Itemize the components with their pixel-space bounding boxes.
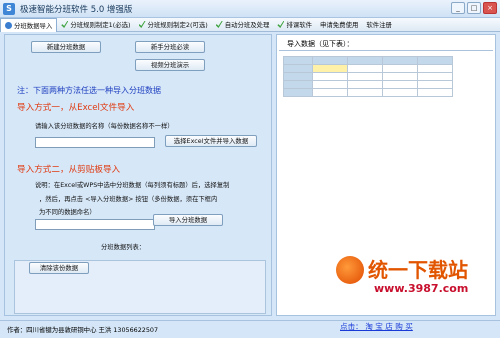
grid-cell xyxy=(382,80,418,89)
green-check-icon xyxy=(215,21,223,28)
app-icon: S xyxy=(3,3,15,15)
grid-cell xyxy=(417,56,453,65)
tab-import-label: 分班数据导入 xyxy=(14,21,53,30)
grid-cell xyxy=(347,80,383,89)
tab-rule1[interactable]: 分班规则制定1(必选) xyxy=(57,18,134,31)
grid-cell xyxy=(312,80,348,89)
grid-cell xyxy=(312,56,348,65)
preview-divider xyxy=(279,50,493,51)
watermark-title: 统一下载站 xyxy=(368,258,468,282)
grid-cell xyxy=(312,72,348,81)
method2-title: 导入方式二，从剪贴板导入 xyxy=(17,165,121,175)
grid-cell xyxy=(283,56,313,65)
maximize-button[interactable]: □ xyxy=(467,2,481,14)
import-note: 注：下面两种方法任选一种导入分班数据 xyxy=(17,86,161,95)
table-row xyxy=(283,56,453,65)
minimize-button[interactable]: _ xyxy=(451,2,465,14)
beginner-guide-button[interactable]: 新手分班必读 xyxy=(135,41,205,53)
tab-import[interactable]: 分班数据导入 xyxy=(0,17,58,32)
data-grid[interactable] xyxy=(283,56,453,97)
data-list[interactable]: 清除该份数据 xyxy=(14,260,266,314)
grid-cell xyxy=(382,56,418,65)
clear-data-button[interactable]: 清除该份数据 xyxy=(29,262,89,274)
tab-register[interactable]: 软件注册 xyxy=(362,18,396,31)
video-demo-button[interactable]: 视频分班演示 xyxy=(135,59,205,71)
grid-cell xyxy=(382,88,418,97)
clipboard-name-input[interactable] xyxy=(35,219,155,230)
tab-auto[interactable]: 自动分班及处理 xyxy=(212,18,274,31)
select-excel-button[interactable]: 选择Excel文件并导入数据 xyxy=(165,135,257,147)
table-row xyxy=(283,80,453,89)
tab-rule1-label: 分班规则制定1(必选) xyxy=(70,21,131,29)
grid-cell xyxy=(382,64,418,73)
data-name-input[interactable] xyxy=(35,137,155,148)
tab-free-trial[interactable]: 申请免费使用 xyxy=(316,18,362,31)
green-check-icon xyxy=(61,21,69,28)
tab-register-label: 软件注册 xyxy=(366,21,392,29)
grid-cell xyxy=(382,72,418,81)
grid-cell xyxy=(283,80,313,89)
data-list-label: 分班数据列表： xyxy=(101,244,146,251)
table-row xyxy=(283,88,453,97)
tab-schedule-label: 排课软件 xyxy=(286,21,313,29)
table-row xyxy=(283,72,453,81)
window-title: 极速智能分班软件 5.0 增强版 xyxy=(20,5,133,15)
watermark: 统一下载站 www.3987.com xyxy=(336,252,486,316)
tab-free-trial-label: 申请免费使用 xyxy=(320,21,359,29)
grid-cell xyxy=(417,80,453,89)
taobao-buy-link[interactable]: 点击： 淘 宝 店 购 买 xyxy=(340,321,413,332)
title-bar: S 极速智能分班软件 5.0 增强版 _ □ × xyxy=(0,0,500,18)
preview-title: 导入数据（见下表）： xyxy=(287,40,354,48)
grid-cell xyxy=(347,64,383,73)
grid-cell xyxy=(417,64,453,73)
download-site-logo-icon xyxy=(336,256,364,284)
author-info: 作者：四川省犍为县敦研铜中心 王洪 13056622507 xyxy=(7,326,159,334)
tab-rule2[interactable]: 分班规则制定2(可选) xyxy=(135,18,212,31)
main-toolbar: 分班数据导入 分班规则制定1(必选) 分班规则制定2(可选) 自动分班及处理 排… xyxy=(0,17,500,32)
tab-auto-label: 自动分班及处理 xyxy=(224,21,270,29)
grid-cell xyxy=(417,88,453,97)
tab-rule2-label: 分班规则制定2(可选) xyxy=(147,21,208,29)
green-check-icon xyxy=(138,21,146,28)
close-button[interactable]: × xyxy=(483,2,497,14)
new-data-button[interactable]: 新建分班数据 xyxy=(31,41,101,53)
method1-title: 导入方式一，从Excel文件导入 xyxy=(17,103,135,113)
method1-prompt: 请输入该分班数据的名称（每份数据名称不一样） xyxy=(35,123,174,130)
import-icon xyxy=(5,21,12,29)
tab-schedule[interactable]: 排课软件 xyxy=(273,18,316,31)
grid-cell xyxy=(312,64,348,73)
table-row xyxy=(283,64,453,73)
grid-cell xyxy=(347,88,383,97)
import-clipboard-button[interactable]: 导入分班数据 xyxy=(153,214,223,226)
green-check-icon xyxy=(277,21,285,28)
method2-desc-line1: 说明：在Excel或WPS中选中分班数据（每列须有标题）后，选择复制 xyxy=(35,182,230,189)
grid-cell xyxy=(283,72,313,81)
grid-cell xyxy=(347,56,383,65)
grid-cell xyxy=(283,64,313,73)
grid-cell xyxy=(417,72,453,81)
grid-cell xyxy=(347,72,383,81)
grid-cell xyxy=(312,88,348,97)
grid-cell xyxy=(283,88,313,97)
window-controls: _ □ × xyxy=(451,2,497,14)
status-bar: 作者：四川省犍为县敦研铜中心 王洪 13056622507 点击： 淘 宝 店 … xyxy=(0,320,500,338)
watermark-url: www.3987.com xyxy=(374,282,469,295)
method2-desc-line2: ，然后，再点击 <导入分班数据> 按钮（多份数据，须在下框内 xyxy=(39,196,218,203)
import-panel: 新建分班数据 新手分班必读 视频分班演示 注：下面两种方法任选一种导入分班数据 … xyxy=(4,34,272,316)
method2-desc-line3: 为不同的数据命名） xyxy=(39,209,96,216)
